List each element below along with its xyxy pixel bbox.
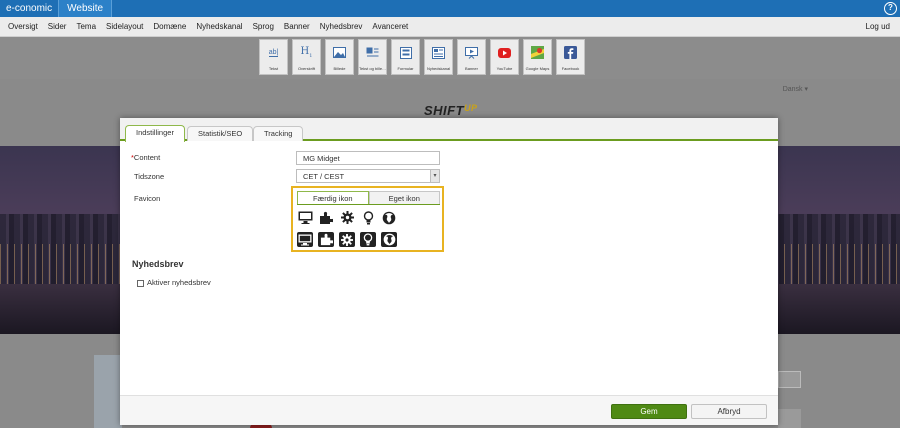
timezone-select[interactable]: CET / CEST ▾ [296, 169, 440, 183]
menu-item-banner[interactable]: Banner [279, 22, 315, 31]
timezone-label: Tidszone [134, 172, 165, 181]
menu-item-tema[interactable]: Tema [71, 22, 101, 31]
site-input-box [778, 371, 801, 388]
gear-icon[interactable] [339, 210, 355, 225]
menu-item-sider[interactable]: Sider [43, 22, 72, 31]
tool-label: Tekst og bille… [358, 66, 387, 71]
main-menu: Oversigt Sider Tema Sidelayout Domæne Ny… [0, 17, 900, 37]
globe-icon[interactable] [381, 232, 397, 247]
app-tab-website[interactable]: Website [58, 0, 113, 17]
tool-banner[interactable]: Banner [457, 39, 486, 75]
tab-tracking[interactable]: Tracking [253, 126, 304, 141]
tool-label: Tekst [268, 66, 279, 71]
favicon-picker: Færdig ikon Eget ikon [291, 186, 444, 252]
dialog-tabs: Indstillinger Statistik/SEO Tracking [120, 118, 778, 142]
chevron-down-icon: ▾ [804, 86, 808, 93]
tool-label: Facebook [561, 66, 580, 71]
menu-item-avanceret[interactable]: Avanceret [367, 22, 413, 31]
tool-label: YouTube [496, 66, 513, 71]
newsletter-checkbox[interactable] [137, 280, 144, 287]
tool-heading[interactable]: H1 Overskrift [292, 39, 321, 75]
settings-dialog: Indstillinger Statistik/SEO Tracking *Co… [120, 118, 778, 425]
chevron-down-icon: ▾ [430, 170, 439, 182]
tool-label: Billede [333, 66, 346, 71]
favicon-filled-row [297, 232, 397, 247]
monitor-icon[interactable] [297, 232, 313, 247]
tool-label: Overskrift [297, 66, 316, 71]
newsletter-section-title: Nyhedsbrev [132, 259, 184, 269]
puzzle-icon[interactable] [318, 210, 334, 225]
news-icon [432, 46, 446, 59]
site-thumbnail [94, 355, 122, 428]
save-button[interactable]: Gem [611, 404, 687, 419]
widget-toolbar: ab| Tekst H1 Overskrift Billede Tekst og… [0, 37, 900, 79]
newsletter-checkbox-label[interactable]: Aktiver nyhedsbrev [147, 278, 211, 287]
help-icon[interactable]: ? [884, 2, 897, 15]
content-input[interactable]: MG Midget [296, 151, 440, 165]
tool-text-image[interactable]: Tekst og bille… [358, 39, 387, 75]
cancel-button[interactable]: Afbryd [691, 404, 767, 419]
content-label: *Content [131, 153, 160, 162]
top-bar: e-conomic Website ? [0, 0, 900, 17]
tool-label: Nyhedskanal [426, 66, 451, 71]
language-label: Dansk [782, 86, 803, 93]
tool-label: Google Maps [525, 66, 550, 71]
tool-facebook[interactable]: Facebook [556, 39, 585, 75]
tool-maps[interactable]: Google Maps [523, 39, 552, 75]
site-logo: SHIFTUP [424, 103, 478, 118]
dialog-body: *Content MG Midget Tidszone CET / CEST ▾… [120, 143, 778, 393]
logout-link[interactable]: Log ud [866, 17, 890, 37]
menu-item-sidelayout[interactable]: Sidelayout [101, 22, 148, 31]
brand-name: e-conomic [6, 3, 53, 14]
tab-faerdig-ikon[interactable]: Færdig ikon [297, 191, 369, 204]
image-icon [333, 46, 347, 59]
menu-item-sprog[interactable]: Sprog [248, 22, 279, 31]
logo-main: SHIFT [424, 103, 465, 118]
favicon-outline-row [297, 210, 397, 225]
dialog-footer: Gem Afbryd [120, 395, 778, 425]
tool-form[interactable]: Formular [391, 39, 420, 75]
menu-item-domaene[interactable]: Domæne [148, 22, 191, 31]
menu-item-nyhedskanal[interactable]: Nyhedskanal [191, 22, 247, 31]
favicon-label: Favicon [134, 194, 161, 203]
text-icon: ab| [268, 48, 279, 57]
text-image-icon [366, 46, 380, 59]
logo-accent: UP [464, 103, 478, 113]
tab-statistik-seo[interactable]: Statistik/SEO [187, 126, 254, 141]
favicon-tabs: Færdig ikon Eget ikon [297, 191, 440, 205]
timezone-value: CET / CEST [303, 172, 345, 181]
globe-icon[interactable] [381, 210, 397, 225]
site-box [778, 409, 801, 428]
tool-youtube[interactable]: YouTube [490, 39, 519, 75]
youtube-icon [498, 46, 512, 59]
tab-indstillinger[interactable]: Indstillinger [125, 125, 185, 142]
tool-news[interactable]: Nyhedskanal [424, 39, 453, 75]
monitor-icon[interactable] [297, 210, 313, 225]
menu-item-nyhedsbrev[interactable]: Nyhedsbrev [315, 22, 368, 31]
tool-text[interactable]: ab| Tekst [259, 39, 288, 75]
lightbulb-icon[interactable] [360, 232, 376, 247]
tool-label: Banner [465, 66, 478, 71]
facebook-icon [564, 46, 578, 59]
tool-image[interactable]: Billede [325, 39, 354, 75]
tool-label: Formular [397, 66, 414, 71]
menu-item-oversigt[interactable]: Oversigt [0, 22, 43, 31]
content-label-text: Content [133, 153, 161, 162]
gear-icon[interactable] [339, 232, 355, 247]
banner-icon [465, 46, 479, 59]
heading-icon: H1 [300, 46, 313, 59]
tab-eget-ikon[interactable]: Eget ikon [368, 191, 440, 204]
form-icon [399, 46, 413, 59]
maps-icon [531, 46, 545, 59]
puzzle-icon[interactable] [318, 232, 334, 247]
lightbulb-icon[interactable] [360, 210, 376, 225]
language-selector[interactable]: Dansk ▾ [783, 85, 808, 93]
